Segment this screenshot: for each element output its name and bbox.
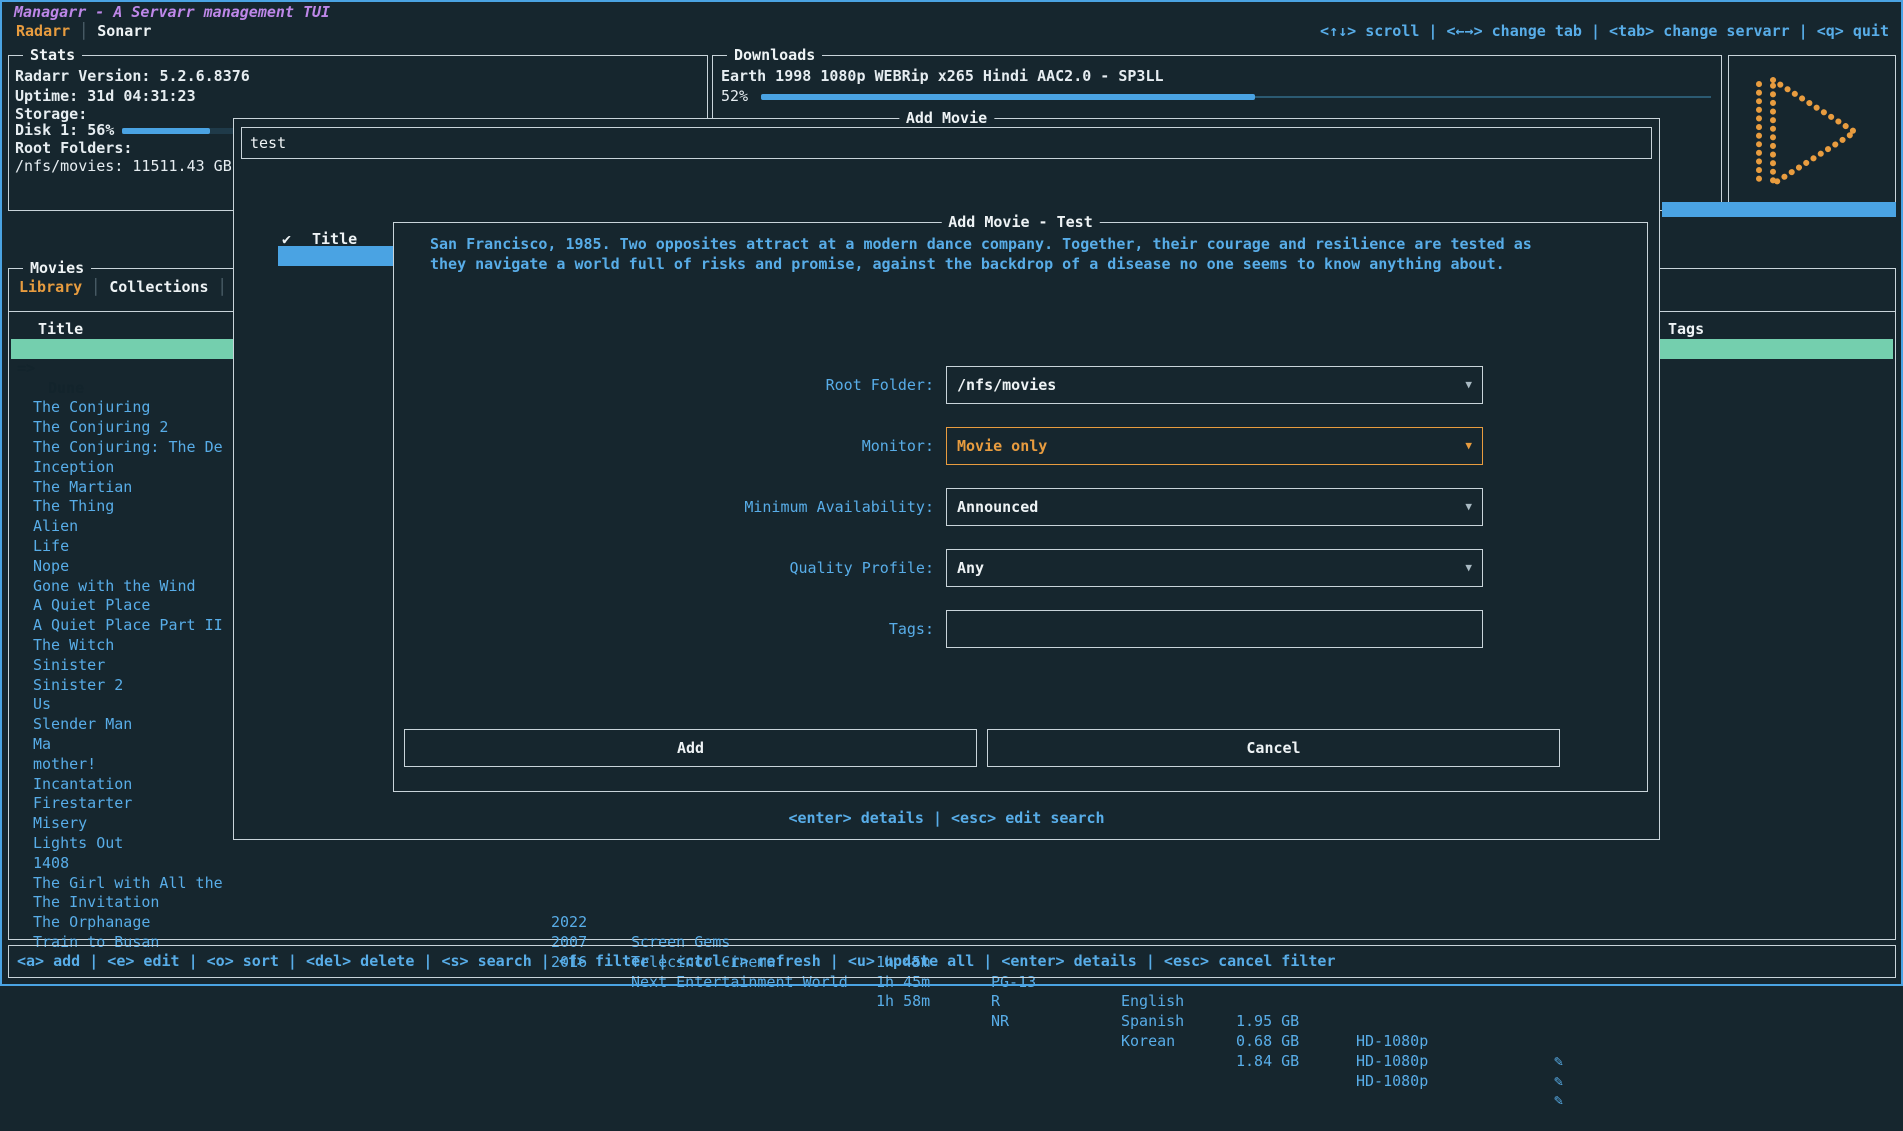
movie-size: 0.68 GB [1236,1032,1299,1052]
edit-icon: ✎ [1554,1091,1563,1111]
minimum-availability-label: Minimum Availability: [394,497,934,517]
search-result-row[interactable]: => Test [278,246,395,266]
search-result-row[interactable]: ✔ Test [278,286,395,306]
downloads-panel-title: Downloads [727,45,822,65]
minimum-availability-field: Minimum Availability: Announced ▼ [394,488,1647,526]
search-result-row[interactable]: test [278,385,395,405]
movie-quality: HD-1080p [1356,1072,1428,1092]
tags-field: Tags: [394,610,1647,648]
movie-language: Korean [1121,1032,1175,1052]
monitor-field: Monitor: Movie only ▼ [394,427,1647,465]
root-folder-label: Root Folder: [394,375,934,395]
dropdown-arrow-icon: ▼ [1465,489,1472,525]
download-item-title: Earth 1998 1080p WEBRip x265 Hindi AAC2.… [721,66,1164,86]
search-result-row[interactable]: Test [278,305,395,325]
popup-keybindings: <enter> details | <esc> edit search [234,808,1659,828]
movie-language: Spanish [1121,1012,1184,1032]
quality-profile-field: Quality Profile: Any ▼ [394,549,1647,587]
tab-radarr[interactable]: Radarr [16,22,70,40]
monitor-label: Monitor: [394,436,934,456]
movie-quality: HD-1080p [1356,1052,1428,1072]
movie-runtime: 1h 58m [876,992,930,1012]
search-result-row[interactable]: Test [278,365,395,385]
root-folder-size: /nfs/movies: 11511.43 GB [15,156,232,176]
search-result-row[interactable]: Test [278,325,395,345]
dropdown-arrow-icon: ▼ [1465,428,1472,464]
movie-language: English [1121,992,1184,1012]
search-result-row[interactable]: Crash Te [278,543,395,563]
movie-row[interactable]: Train to Busan 2016 Next Entertainment W… [11,893,1893,913]
search-result-row[interactable]: The Aga [278,563,395,583]
search-result-row[interactable]: Test [278,424,395,444]
search-result-row[interactable]: Testamen [278,464,395,484]
highlight-fragment [1662,202,1896,217]
download-progress-label: 52% [721,86,748,106]
dropdown-arrow-icon: ▼ [1465,367,1472,403]
radarr-version: Radarr Version: 5.2.6.8376 [15,66,250,86]
add-movie-modal: Add Movie - Test San Francisco, 1985. Tw… [393,222,1648,792]
managarr-logo-icon [1739,68,1885,196]
dropdown-arrow-icon: ▼ [1465,550,1472,586]
logo-panel [1728,55,1896,211]
uptime: Uptime: 31d 04:31:23 [15,86,196,106]
quality-profile-label: Quality Profile: [394,558,934,578]
bottom-keybindings-bar: <a> add | <e> edit | <o> sort | <del> de… [8,945,1896,978]
root-folder-field: Root Folder: /nfs/movies ▼ [394,366,1647,404]
tags-input[interactable] [946,610,1483,648]
search-result-row[interactable]: Test [278,622,395,642]
quality-profile-dropdown[interactable]: Any ▼ [946,549,1483,587]
minimum-availability-dropdown[interactable]: Announced ▼ [946,488,1483,526]
movie-quality: HD-1080p [1356,1032,1428,1052]
search-result-row[interactable]: The Test [278,602,395,622]
stats-panel-title: Stats [23,45,82,65]
tab-separator: │ [70,22,97,40]
search-result-row[interactable]: Test [278,266,395,286]
movie-row[interactable]: The Invitation 2022 Screen Gems 1h 45m P… [11,854,1893,874]
movie-size: 1.95 GB [1236,1012,1299,1032]
tab-sonarr[interactable]: Sonarr [97,22,151,40]
tags-label: Tags: [394,619,934,639]
cancel-button[interactable]: Cancel [987,729,1560,767]
add-button[interactable]: Add [404,729,977,767]
movie-certification: R [991,992,1000,1012]
search-result-row[interactable]: The Bran [278,444,395,464]
root-folders-label: Root Folders: [15,138,132,158]
search-result-row[interactable]: Test [278,345,395,365]
movie-certification: NR [991,1012,1009,1032]
modal-title: Add Movie - Test [941,212,1100,232]
search-result-row[interactable]: The Test [278,503,395,523]
search-result-row[interactable]: The Test [278,523,395,543]
monitor-dropdown[interactable]: Movie only ▼ [946,427,1483,465]
movie-size: 1.84 GB [1236,1052,1299,1072]
app-title: Managarr - A Servarr management TUI [14,2,330,22]
movie-description: San Francisco, 1985. Two opposites attra… [430,234,1620,274]
root-folder-dropdown[interactable]: /nfs/movies ▼ [946,366,1483,404]
movie-year: 2022 [551,913,587,933]
search-result-row[interactable]: Test [278,404,395,424]
bottom-keybindings: <a> add | <e> edit | <o> sort | <del> de… [17,946,1336,977]
search-result-row[interactable]: The Old [278,583,395,603]
movie-row[interactable]: The Orphanage 2007 Telecinco Cinema 1h 4… [11,874,1893,894]
edit-icon: ✎ [1554,1052,1563,1072]
servarr-tabs: Radarr│Sonarr [16,21,151,41]
download-progress-bar [761,94,1711,100]
edit-icon: ✎ [1554,1072,1563,1092]
search-result-row[interactable]: The Test [278,484,395,504]
top-keybindings: <↑↓> scroll | <←→> change tab | <tab> ch… [1320,21,1889,41]
